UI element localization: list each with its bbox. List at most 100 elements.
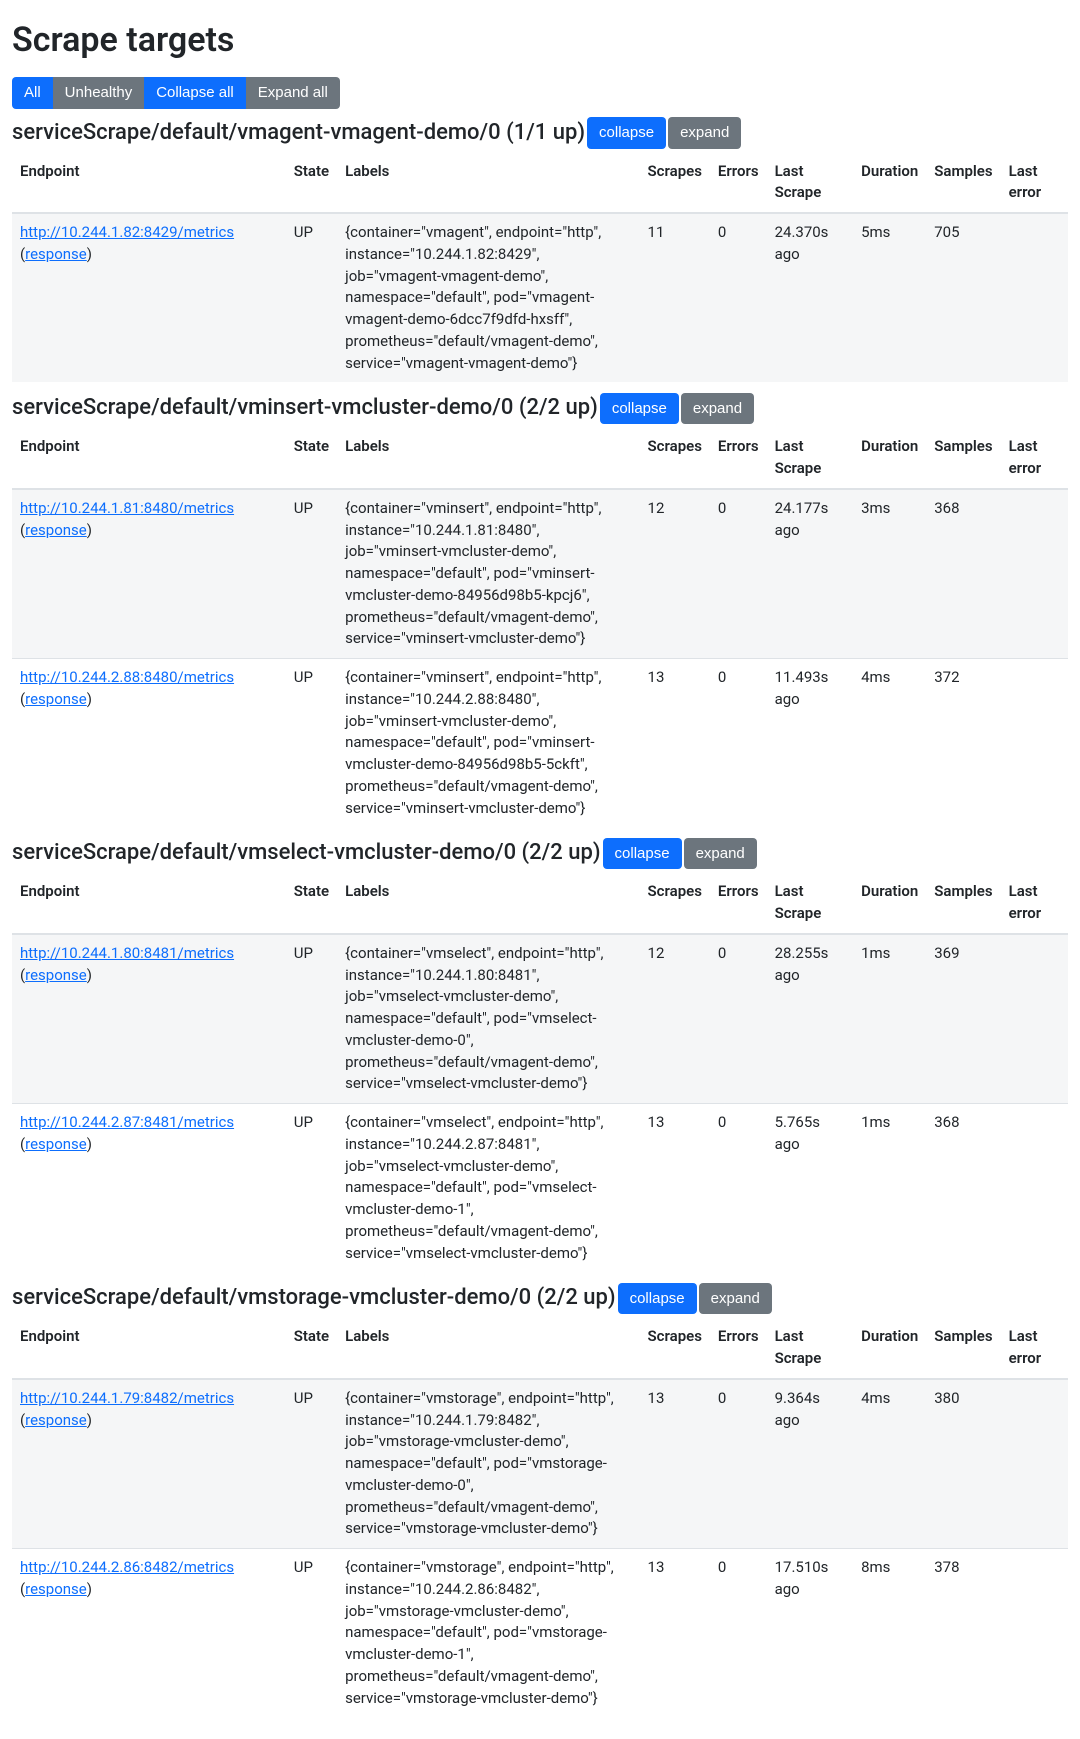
collapse-button[interactable]: collapse	[618, 1283, 697, 1315]
column-header-samples: Samples	[926, 1318, 1000, 1379]
endpoint-link[interactable]: http://10.244.1.81:8480/metrics	[20, 499, 234, 517]
response-link[interactable]: response	[25, 690, 87, 708]
endpoint-cell: http://10.244.1.82:8429/metrics (respons…	[12, 213, 286, 382]
endpoint-link[interactable]: http://10.244.2.87:8481/metrics	[20, 1113, 234, 1131]
last_error-cell	[1001, 934, 1068, 1104]
column-header-duration: Duration	[853, 428, 926, 489]
column-header-endpoint: Endpoint	[12, 873, 286, 934]
column-header-scrapes: Scrapes	[640, 153, 710, 214]
table-row: http://10.244.2.86:8482/metrics (respons…	[12, 1549, 1068, 1718]
group-title: serviceScrape/default/vminsert-vmcluster…	[12, 395, 598, 420]
table-row: http://10.244.1.81:8480/metrics (respons…	[12, 489, 1068, 659]
labels-cell: {container="vmstorage", endpoint="http",…	[337, 1549, 639, 1718]
column-header-errors: Errors	[710, 153, 767, 214]
duration-cell: 4ms	[853, 1379, 926, 1549]
collapse-button[interactable]: collapse	[603, 838, 682, 870]
group-header: serviceScrape/default/vmstorage-vmcluste…	[12, 1282, 1068, 1314]
column-header-samples: Samples	[926, 153, 1000, 214]
endpoint-link[interactable]: http://10.244.2.88:8480/metrics	[20, 668, 234, 686]
table-row: http://10.244.2.87:8481/metrics (respons…	[12, 1104, 1068, 1273]
response-link[interactable]: response	[25, 1135, 87, 1153]
samples-cell: 369	[926, 934, 1000, 1104]
response-link[interactable]: response	[25, 966, 87, 984]
scrapes-cell: 13	[640, 1549, 710, 1718]
scrapes-cell: 13	[640, 1379, 710, 1549]
expand-button[interactable]: expand	[681, 393, 754, 425]
errors-cell: 0	[710, 659, 767, 828]
collapse-all-button[interactable]: Collapse all	[144, 77, 246, 109]
endpoint-link[interactable]: http://10.244.1.82:8429/metrics	[20, 223, 234, 241]
endpoint-cell: http://10.244.1.80:8481/metrics (respons…	[12, 934, 286, 1104]
collapse-button[interactable]: collapse	[587, 117, 666, 149]
expand-button[interactable]: expand	[699, 1283, 772, 1315]
scrapes-cell: 13	[640, 1104, 710, 1273]
column-header-errors: Errors	[710, 873, 767, 934]
state-cell: UP	[286, 213, 337, 382]
endpoint-cell: http://10.244.1.81:8480/metrics (respons…	[12, 489, 286, 659]
labels-cell: {container="vmagent", endpoint="http", i…	[337, 213, 639, 382]
response-link[interactable]: response	[25, 521, 87, 539]
samples-cell: 705	[926, 213, 1000, 382]
last_error-cell	[1001, 1549, 1068, 1718]
last_error-cell	[1001, 659, 1068, 828]
samples-cell: 368	[926, 1104, 1000, 1273]
last_error-cell	[1001, 213, 1068, 382]
endpoint-cell: http://10.244.2.86:8482/metrics (respons…	[12, 1549, 286, 1718]
response-link[interactable]: response	[25, 1411, 87, 1429]
column-header-labels: Labels	[337, 428, 639, 489]
scrapes-cell: 12	[640, 934, 710, 1104]
table-row: http://10.244.2.88:8480/metrics (respons…	[12, 659, 1068, 828]
column-header-duration: Duration	[853, 873, 926, 934]
column-header-labels: Labels	[337, 1318, 639, 1379]
endpoint-link[interactable]: http://10.244.1.80:8481/metrics	[20, 944, 234, 962]
errors-cell: 0	[710, 213, 767, 382]
column-header-errors: Errors	[710, 1318, 767, 1379]
column-header-endpoint: Endpoint	[12, 428, 286, 489]
collapse-button[interactable]: collapse	[600, 393, 679, 425]
endpoint-link[interactable]: http://10.244.1.79:8482/metrics	[20, 1389, 234, 1407]
last_scrape-cell: 11.493s ago	[767, 659, 854, 828]
scrapes-cell: 13	[640, 659, 710, 828]
last_scrape-cell: 17.510s ago	[767, 1549, 854, 1718]
group-title: serviceScrape/default/vmagent-vmagent-de…	[12, 120, 585, 145]
filter-bar: AllUnhealthyCollapse allExpand all	[12, 77, 1068, 109]
last_error-cell	[1001, 1379, 1068, 1549]
filter-all-button[interactable]: All	[12, 77, 53, 109]
last_error-cell	[1001, 1104, 1068, 1273]
endpoint-cell: http://10.244.2.88:8480/metrics (respons…	[12, 659, 286, 828]
table-row: http://10.244.1.79:8482/metrics (respons…	[12, 1379, 1068, 1549]
samples-cell: 380	[926, 1379, 1000, 1549]
table-row: http://10.244.1.82:8429/metrics (respons…	[12, 213, 1068, 382]
last_scrape-cell: 5.765s ago	[767, 1104, 854, 1273]
response-link[interactable]: response	[25, 245, 87, 263]
page-title: Scrape targets	[12, 16, 1068, 65]
table-row: http://10.244.1.80:8481/metrics (respons…	[12, 934, 1068, 1104]
expand-button[interactable]: expand	[684, 838, 757, 870]
column-header-last_scrape: Last Scrape	[767, 428, 854, 489]
scrapes-cell: 11	[640, 213, 710, 382]
errors-cell: 0	[710, 934, 767, 1104]
targets-table: EndpointStateLabelsScrapesErrorsLast Scr…	[12, 153, 1068, 383]
expand-button[interactable]: expand	[668, 117, 741, 149]
group-header: serviceScrape/default/vmagent-vmagent-de…	[12, 117, 1068, 149]
column-header-scrapes: Scrapes	[640, 873, 710, 934]
samples-cell: 372	[926, 659, 1000, 828]
errors-cell: 0	[710, 489, 767, 659]
column-header-endpoint: Endpoint	[12, 1318, 286, 1379]
labels-cell: {container="vmstorage", endpoint="http",…	[337, 1379, 639, 1549]
last_error-cell	[1001, 489, 1068, 659]
duration-cell: 1ms	[853, 934, 926, 1104]
column-header-last_error: Last error	[1001, 873, 1068, 934]
endpoint-link[interactable]: http://10.244.2.86:8482/metrics	[20, 1558, 234, 1576]
state-cell: UP	[286, 1549, 337, 1718]
labels-cell: {container="vminsert", endpoint="http", …	[337, 659, 639, 828]
column-header-duration: Duration	[853, 153, 926, 214]
expand-all-button[interactable]: Expand all	[246, 77, 340, 109]
errors-cell: 0	[710, 1104, 767, 1273]
errors-cell: 0	[710, 1549, 767, 1718]
column-header-errors: Errors	[710, 428, 767, 489]
response-link[interactable]: response	[25, 1580, 87, 1598]
last_scrape-cell: 9.364s ago	[767, 1379, 854, 1549]
filter-unhealthy-button[interactable]: Unhealthy	[53, 77, 145, 109]
column-header-last_scrape: Last Scrape	[767, 1318, 854, 1379]
